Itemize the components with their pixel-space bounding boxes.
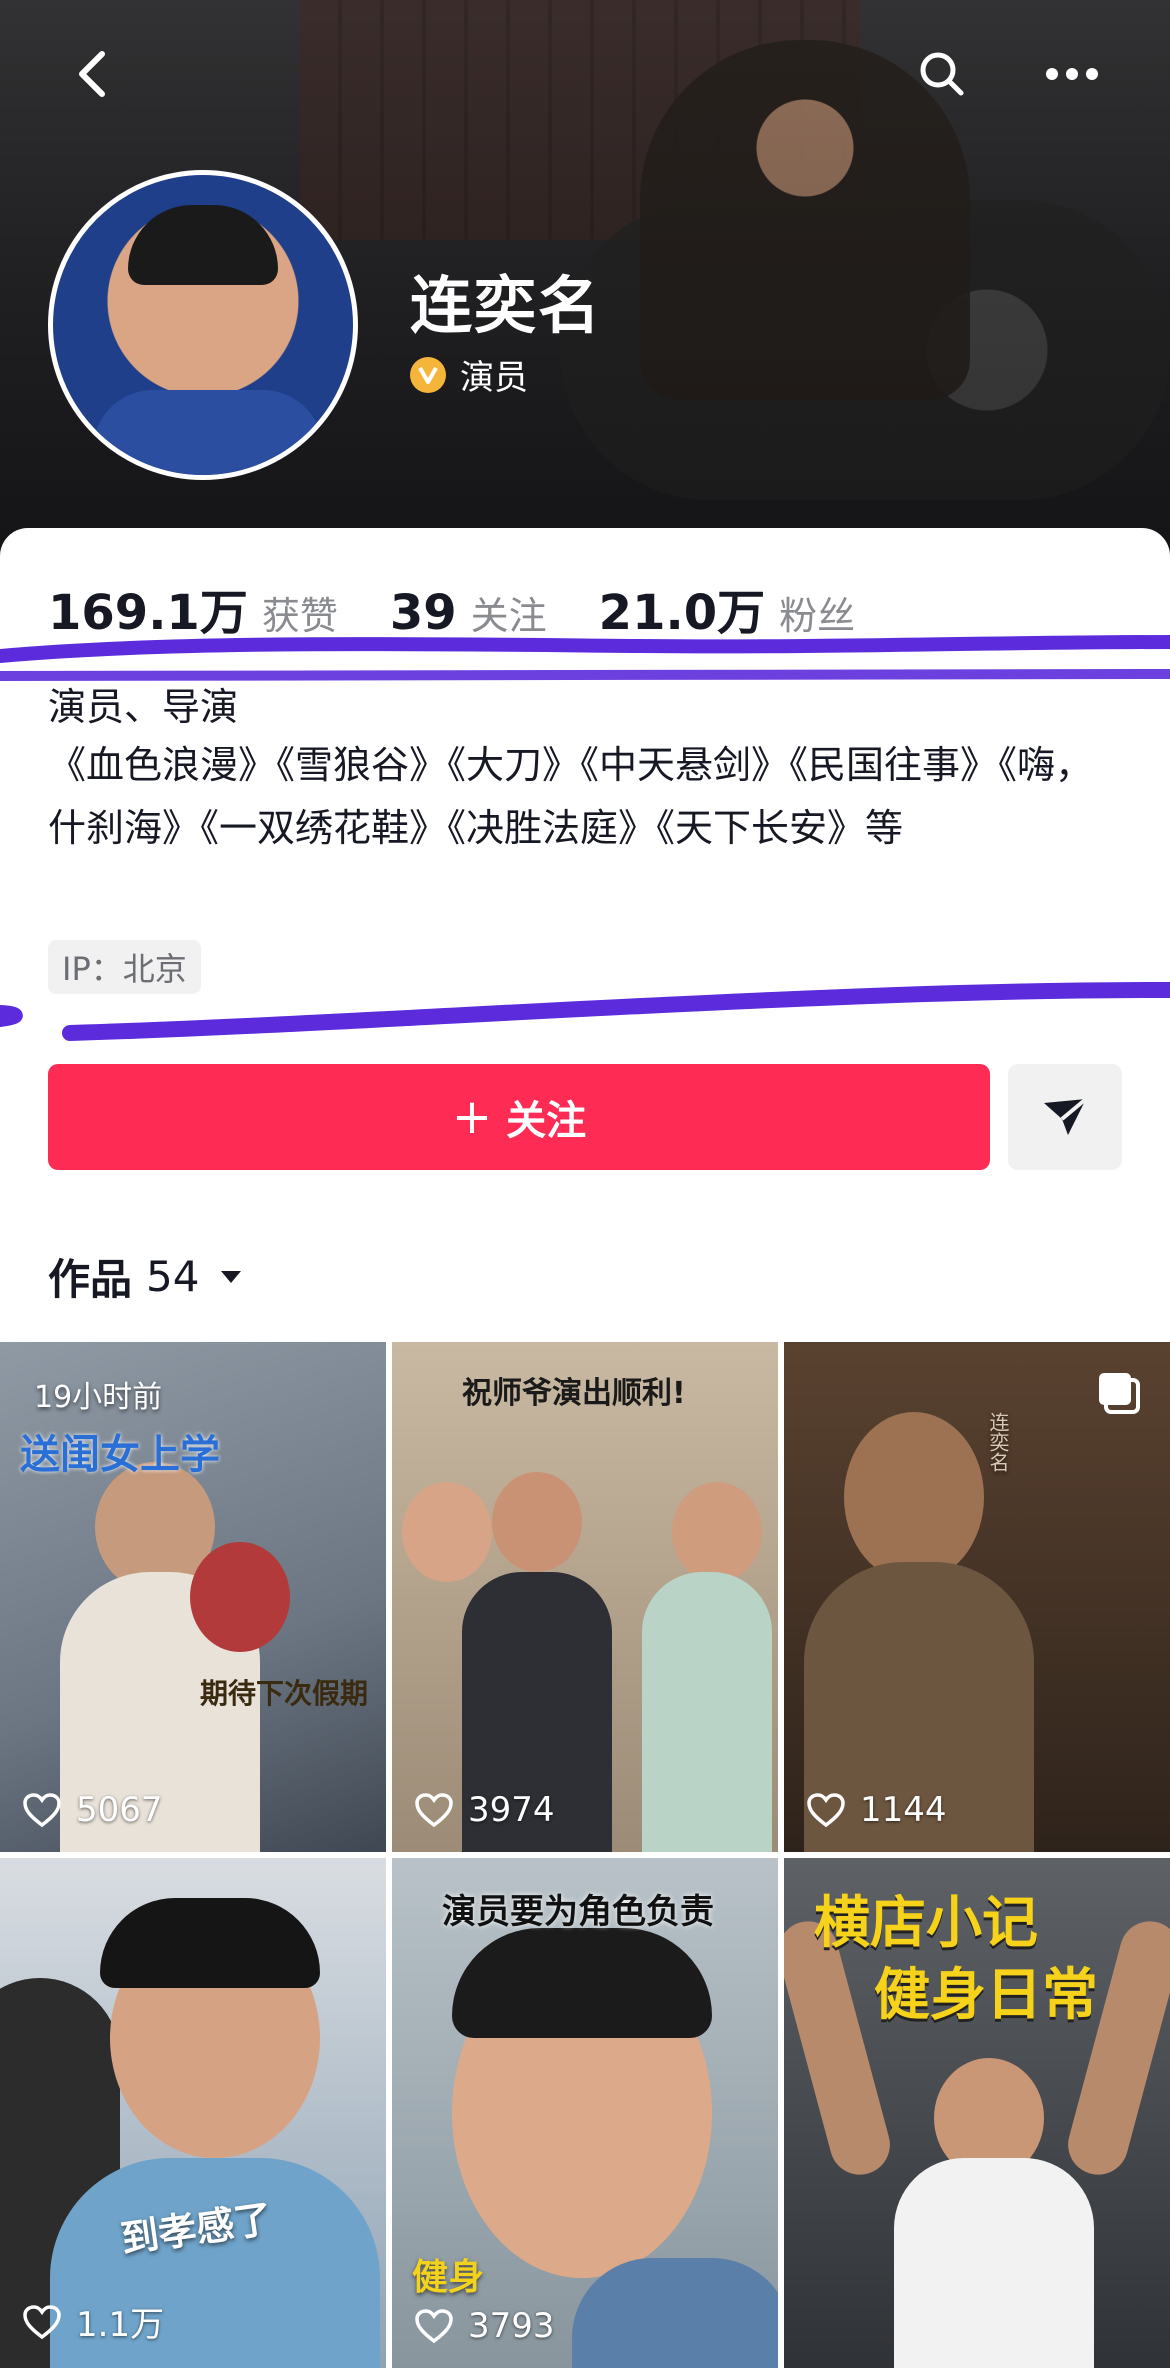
video-caption: 期待下次假期 [200, 1677, 369, 1710]
tile-figure [572, 2258, 778, 2368]
likes-count: 1144 [860, 1790, 947, 1830]
likes-count: 3793 [468, 2306, 555, 2346]
more-icon [1046, 68, 1098, 80]
avatar-hair [128, 205, 278, 285]
tile-figure [402, 1482, 492, 1582]
plus-icon: + [451, 1089, 493, 1145]
video-time: 19小时前 [34, 1380, 163, 1415]
works-label: 作品 [48, 1255, 133, 1304]
tile-figure [452, 1928, 712, 2038]
heart-icon [23, 2304, 61, 2339]
likes-count: 5067 [76, 1790, 163, 1830]
heart-icon [415, 1793, 453, 1828]
share-button[interactable] [1008, 1064, 1122, 1170]
tile-figure [190, 1542, 290, 1652]
follow-label: 关注 [506, 1098, 587, 1144]
back-button[interactable] [60, 42, 124, 106]
tile-figure [100, 1898, 320, 1988]
search-icon [920, 52, 964, 96]
video-caption: 祝师爷演出顺利! [462, 1376, 686, 1411]
verified-icon [410, 356, 446, 393]
multi-image-icon [1099, 1373, 1140, 1414]
video-subcaption: 健身日常 [874, 1963, 1098, 2028]
tile-figure [642, 1572, 772, 1852]
video-title: 送闺女上学 [20, 1432, 220, 1478]
verified-row: 演员 [410, 350, 528, 399]
works-count: 54 [146, 1252, 200, 1301]
tile-figure [894, 2158, 1094, 2368]
profile-name: 连奕名 [410, 269, 603, 342]
heart-icon [807, 1793, 845, 1828]
follow-button[interactable]: + 关注 [48, 1064, 990, 1170]
tile-figure [672, 1482, 762, 1582]
video-caption: 横店小记 [814, 1891, 1038, 1956]
tab-works[interactable]: 作品 54 [48, 1246, 243, 1307]
back-icon [79, 51, 105, 97]
video-tile[interactable]: 19小时前 送闺女上学 期待下次假期 5067 [0, 1342, 386, 1852]
likes-count: 1.1万 [76, 2305, 165, 2345]
more-button[interactable] [1040, 42, 1104, 106]
tile-figure [844, 1412, 984, 1582]
share-send-icon [1044, 1097, 1088, 1135]
video-likes: 5067 [22, 1790, 163, 1830]
tile-figure [492, 1472, 582, 1572]
heart-icon [415, 2309, 453, 2344]
video-tile[interactable]: 横店小记 健身日常 [784, 1858, 1170, 2368]
verified-label: 演员 [460, 358, 528, 398]
video-tile[interactable]: 到孝感了 1.1万 [0, 1858, 386, 2368]
video-caption: 演员要为角色负责 [442, 1892, 714, 1932]
avatar[interactable] [48, 170, 358, 480]
video-subcaption: 健身 [412, 2257, 485, 2298]
search-button[interactable] [910, 42, 974, 106]
video-tile[interactable]: 祝师爷演出顺利! 3974 [392, 1342, 778, 1852]
heart-icon [23, 1793, 61, 1828]
video-caption: 连奕名 [986, 1412, 1010, 1472]
video-likes: 1144 [806, 1790, 947, 1830]
video-likes: 3793 [414, 2306, 555, 2346]
video-likes: 1.1万 [22, 2297, 164, 2346]
annotation-marker-lines [0, 635, 1170, 1041]
video-tile[interactable]: 演员要为角色负责 健身 3793 [392, 1858, 778, 2368]
caret-down-icon [221, 1270, 242, 1283]
likes-count: 3974 [468, 1790, 555, 1830]
avatar-shirt [93, 390, 323, 475]
video-tile[interactable]: 连奕名 1144 [784, 1342, 1170, 1852]
video-likes: 3974 [414, 1790, 555, 1830]
